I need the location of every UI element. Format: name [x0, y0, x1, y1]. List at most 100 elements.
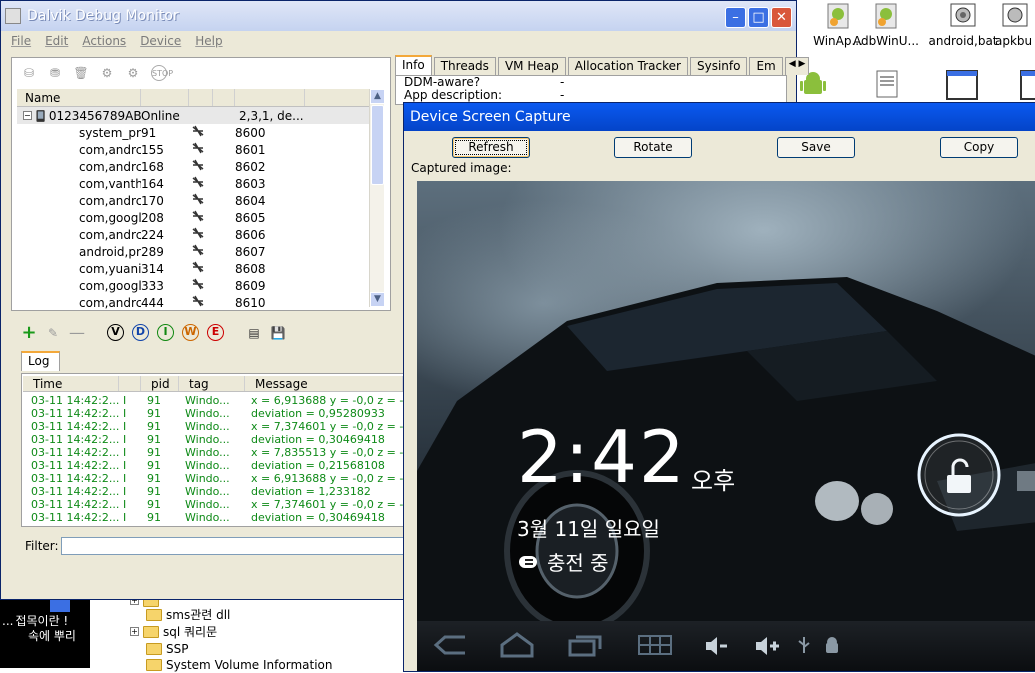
- process-row[interactable]: com,googl 208 8605: [17, 209, 371, 226]
- ddms-titlebar[interactable]: Dalvik Debug Monitor – □ ✕: [1, 1, 796, 31]
- edit-filter-icon[interactable]: ✎: [45, 325, 61, 341]
- back-icon[interactable]: [433, 633, 467, 657]
- column-header[interactable]: [213, 89, 235, 106]
- desktop-icon-adbwinu[interactable]: AdbWinU...: [846, 0, 926, 48]
- column-header-message[interactable]: Message: [245, 376, 403, 391]
- column-header-tag[interactable]: tag: [179, 376, 245, 391]
- process-row[interactable]: system_pr 91 8600: [17, 124, 371, 141]
- update-heap-icon[interactable]: ⛁: [21, 65, 37, 81]
- copy-button[interactable]: Copy: [940, 137, 1018, 158]
- log-row[interactable]: 03-11 14:42:2... I 91 Windo... deviation = 1…: [23, 485, 403, 498]
- device-list-scrollbar[interactable]: ▲ ▼: [369, 89, 385, 307]
- minimize-button[interactable]: –: [725, 7, 746, 28]
- stop-process-icon[interactable]: STOP: [151, 65, 173, 81]
- scroll-up-button[interactable]: ▲: [370, 89, 385, 104]
- fragment-text: 속에 뿌리: [28, 629, 76, 643]
- rotate-button[interactable]: Rotate: [614, 137, 692, 158]
- screenshot-grid-icon[interactable]: [637, 633, 673, 657]
- expand-icon[interactable]: +: [130, 627, 139, 636]
- verbose-level-button[interactable]: V: [107, 324, 124, 341]
- menu-device[interactable]: Device: [140, 34, 181, 48]
- log-row[interactable]: 03-11 14:42:2... I 91 Windo... x = 7,374601 …: [23, 498, 403, 511]
- column-header[interactable]: [189, 89, 213, 106]
- remove-filter-icon[interactable]: —: [69, 324, 85, 341]
- device-toolbar: ⛁ ⛃ 🗑 ⚙ ⚙ STOP: [21, 65, 173, 81]
- process-row[interactable]: com,yuani 314 8608: [17, 260, 371, 277]
- unlock-icon[interactable]: [913, 429, 1005, 521]
- collapse-icon[interactable]: −: [23, 111, 32, 120]
- capture-titlebar[interactable]: Device Screen Capture: [404, 103, 1035, 131]
- window-icon[interactable]: [946, 70, 978, 100]
- filter-input[interactable]: [61, 537, 405, 555]
- process-row[interactable]: android,pr 289 8607: [17, 243, 371, 260]
- recent-apps-icon[interactable]: [567, 633, 603, 657]
- tab-info[interactable]: Info: [395, 55, 432, 75]
- column-header-time[interactable]: Time: [23, 376, 119, 391]
- dump-hprof-icon[interactable]: ⛃: [47, 65, 63, 81]
- menu-bar: File Edit Actions Device Help: [1, 31, 796, 51]
- error-level-button[interactable]: E: [207, 324, 224, 341]
- tab-threads[interactable]: Threads: [433, 57, 496, 75]
- desktop-icon-apkbu[interactable]: apkbu: [995, 0, 1035, 48]
- document-icon[interactable]: [876, 70, 898, 98]
- process-row[interactable]: com,andrc 444 8610: [17, 294, 371, 311]
- volume-down-icon[interactable]: [703, 633, 729, 659]
- desktop-icon-android-bat[interactable]: android,bat: [923, 0, 1003, 48]
- tree-item[interactable]: SSP: [146, 640, 188, 657]
- clear-log-icon[interactable]: ▤: [246, 325, 262, 341]
- column-header[interactable]: [141, 89, 189, 106]
- tab-log[interactable]: Log: [21, 351, 61, 371]
- info-pane: DDM-aware? App description: - -: [395, 75, 787, 105]
- process-row[interactable]: com,andrc 224 8606: [17, 226, 371, 243]
- warning-level-button[interactable]: W: [182, 324, 199, 341]
- log-row[interactable]: 03-11 14:42:2... I 91 Windo... x = 6,913688 …: [23, 472, 403, 485]
- log-row[interactable]: 03-11 14:42:2... I 91 Windo... x = 7,374601 …: [23, 420, 403, 433]
- refresh-button[interactable]: Refresh: [452, 137, 530, 158]
- menu-help[interactable]: Help: [195, 34, 222, 48]
- maximize-button[interactable]: □: [748, 7, 769, 28]
- process-row[interactable]: com,googl 333 8609: [17, 277, 371, 294]
- tree-item[interactable]: System Volume Information: [146, 656, 332, 673]
- add-filter-icon[interactable]: +: [21, 323, 37, 341]
- save-button[interactable]: Save: [777, 137, 855, 158]
- cause-gc-icon[interactable]: 🗑: [73, 65, 89, 81]
- tab-vm-heap[interactable]: VM Heap: [497, 57, 566, 75]
- log-row[interactable]: 03-11 14:42:2... I 91 Windo... x = 6,913688 …: [23, 394, 403, 407]
- log-row[interactable]: 03-11 14:42:2... I 91 Windo... deviation = 0…: [23, 433, 403, 446]
- tab-emulator-control[interactable]: Em: [749, 57, 783, 75]
- column-header[interactable]: [235, 89, 305, 106]
- process-row[interactable]: com,andrc 155 8601: [17, 141, 371, 158]
- process-row[interactable]: com,andrc 168 8602: [17, 158, 371, 175]
- log-row[interactable]: 03-11 14:42:2... I 91 Windo... deviation = 0…: [23, 459, 403, 472]
- start-method-profiling-icon[interactable]: ⚙: [125, 65, 141, 81]
- column-header-pid[interactable]: pid: [141, 376, 179, 391]
- tab-allocation-tracker[interactable]: Allocation Tracker: [567, 57, 688, 75]
- lockscreen-date: 3월 11일 일요일: [517, 517, 660, 541]
- column-header-level[interactable]: [119, 376, 141, 391]
- process-row[interactable]: com,andrc 170 8604: [17, 192, 371, 209]
- update-threads-icon[interactable]: ⚙: [99, 65, 115, 81]
- close-button[interactable]: ✕: [771, 7, 792, 28]
- folder-icon: [143, 625, 159, 638]
- menu-file[interactable]: File: [11, 34, 31, 48]
- process-row[interactable]: com,vanth 164 8603: [17, 175, 371, 192]
- tree-item[interactable]: + sql 쿼리문: [130, 623, 217, 640]
- log-row[interactable]: 03-11 14:42:2... I 91 Windo... deviation = 0…: [23, 511, 403, 524]
- tree-item[interactable]: sms관련 dll: [146, 606, 230, 623]
- column-header-name[interactable]: Name: [17, 89, 141, 106]
- save-log-icon[interactable]: 💾: [270, 325, 286, 341]
- scroll-down-button[interactable]: ▼: [370, 292, 385, 307]
- window-icon[interactable]: [1020, 70, 1035, 100]
- menu-actions[interactable]: Actions: [82, 34, 126, 48]
- log-row[interactable]: 03-11 14:42:2... I 91 Windo... x = 7,835513 …: [23, 446, 403, 459]
- menu-edit[interactable]: Edit: [45, 34, 68, 48]
- log-row[interactable]: 03-11 14:42:2... I 91 Windo... deviation = 0…: [23, 407, 403, 420]
- tab-scroll-arrows[interactable]: ◀ ▶: [784, 57, 810, 75]
- home-icon[interactable]: [499, 631, 535, 659]
- scrollbar-thumb[interactable]: [371, 105, 384, 185]
- device-row[interactable]: − 0123456789ABC Online 2,3,1, de...: [17, 107, 371, 124]
- debug-level-button[interactable]: D: [132, 324, 149, 341]
- tab-sysinfo[interactable]: Sysinfo: [689, 57, 748, 75]
- info-level-button[interactable]: I: [157, 324, 174, 341]
- volume-up-icon[interactable]: [753, 633, 781, 659]
